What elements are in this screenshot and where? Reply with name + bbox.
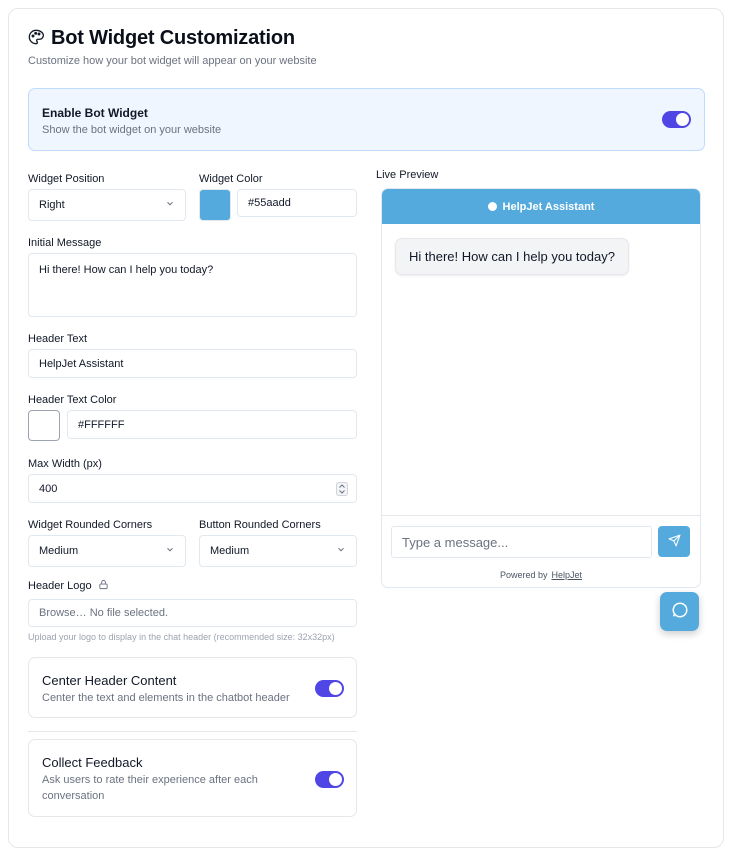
palette-icon	[28, 29, 44, 48]
divider	[28, 731, 357, 732]
chat-bubble-icon	[671, 601, 689, 622]
enable-widget-toggle[interactable]	[662, 111, 691, 128]
header-text-color-swatch[interactable]	[28, 410, 60, 441]
header-text-color-label: Header Text Color	[28, 394, 117, 406]
live-preview-label: Live Preview	[376, 169, 439, 181]
initial-message-textarea[interactable]: Hi there! How can I help you today?	[28, 253, 357, 317]
header-text-value: HelpJet Assistant	[39, 357, 124, 370]
center-header-toggle[interactable]	[315, 680, 344, 697]
preview-message-input[interactable]: Type a message...	[391, 526, 652, 558]
header-logo-hint: Upload your logo to display in the chat …	[28, 632, 335, 642]
page-title: Bot Widget Customization	[51, 27, 295, 49]
widget-corners-value: Medium	[39, 545, 79, 557]
chevron-down-icon	[165, 199, 175, 212]
powered-by: Powered by HelpJet	[382, 570, 700, 580]
widget-position-label: Widget Position	[28, 173, 105, 185]
widget-color-label: Widget Color	[199, 173, 263, 185]
header-text-input[interactable]: HelpJet Assistant	[28, 349, 357, 378]
preview-send-button[interactable]	[658, 526, 690, 557]
widget-corners-select[interactable]: Medium	[28, 535, 186, 567]
button-corners-value: Medium	[210, 545, 250, 557]
initial-message-label: Initial Message	[28, 237, 102, 249]
header-logo-file-text: Browse… No file selected.	[39, 607, 168, 619]
widget-position-value: Right	[39, 199, 65, 211]
preview-bot-message: Hi there! How can I help you today?	[395, 238, 629, 275]
widget-color-swatch[interactable]	[199, 189, 231, 221]
powered-by-text: Powered by	[499, 570, 548, 580]
toggle-knob	[329, 773, 342, 786]
powered-by-link[interactable]: HelpJet	[552, 570, 583, 580]
header-logo-label: Header Logo	[28, 580, 92, 592]
button-corners-select[interactable]: Medium	[199, 535, 357, 567]
button-corners-label: Button Rounded Corners	[199, 519, 321, 531]
widget-color-value: #55aadd	[248, 197, 291, 209]
collect-feedback-description: Ask users to rate their experience after…	[42, 774, 258, 802]
stepper-icon[interactable]	[336, 482, 348, 499]
initial-message-value: Hi there! How can I help you today?	[39, 264, 214, 276]
max-width-label: Max Width (px)	[28, 458, 102, 470]
collect-feedback-title: Collect Feedback	[42, 755, 143, 770]
customization-card: Bot Widget Customization Customize how y…	[8, 8, 724, 848]
header-text-color-input[interactable]: #FFFFFF	[67, 410, 357, 439]
preview-footer: Type a message... Powered by HelpJet	[382, 515, 700, 587]
header-text-color-value: #FFFFFF	[78, 418, 125, 431]
max-width-input[interactable]: 400	[28, 474, 357, 503]
status-dot-icon	[487, 202, 497, 211]
header-text-label: Header Text	[28, 333, 88, 345]
header-logo-label-row: Header Logo	[28, 579, 109, 593]
collect-feedback-toggle[interactable]	[315, 771, 344, 788]
widget-position-select[interactable]: Right	[28, 189, 186, 221]
send-icon	[668, 534, 681, 550]
preview-input-placeholder: Type a message...	[402, 534, 509, 550]
widget-color-input[interactable]: #55aadd	[237, 189, 357, 217]
center-header-description: Center the text and elements in the chat…	[42, 692, 290, 704]
live-preview-window: HelpJet Assistant Hi there! How can I he…	[381, 188, 701, 588]
title-row: Bot Widget Customization	[28, 27, 295, 50]
enable-widget-panel: Enable Bot Widget Show the bot widget on…	[28, 88, 705, 151]
widget-corners-label: Widget Rounded Corners	[28, 519, 153, 531]
preview-header: HelpJet Assistant	[382, 189, 700, 224]
lock-icon	[98, 579, 109, 593]
center-header-title: Center Header Content	[42, 673, 177, 688]
chevron-down-icon	[165, 545, 175, 558]
chevron-down-icon	[336, 545, 346, 558]
collect-feedback-card: Collect Feedback Ask users to rate their…	[28, 739, 357, 817]
toggle-knob	[676, 113, 689, 126]
center-header-card: Center Header Content Center the text an…	[28, 657, 357, 718]
enable-widget-title: Enable Bot Widget	[42, 106, 148, 120]
chat-launcher-button[interactable]	[660, 592, 699, 631]
preview-header-text: HelpJet Assistant	[502, 200, 595, 213]
enable-widget-description: Show the bot widget on your website	[42, 124, 222, 136]
max-width-value: 400	[39, 482, 58, 495]
header-logo-file-input[interactable]: Browse… No file selected.	[28, 599, 357, 627]
page-subtitle: Customize how your bot widget will appea…	[28, 55, 317, 67]
toggle-knob	[329, 682, 342, 695]
